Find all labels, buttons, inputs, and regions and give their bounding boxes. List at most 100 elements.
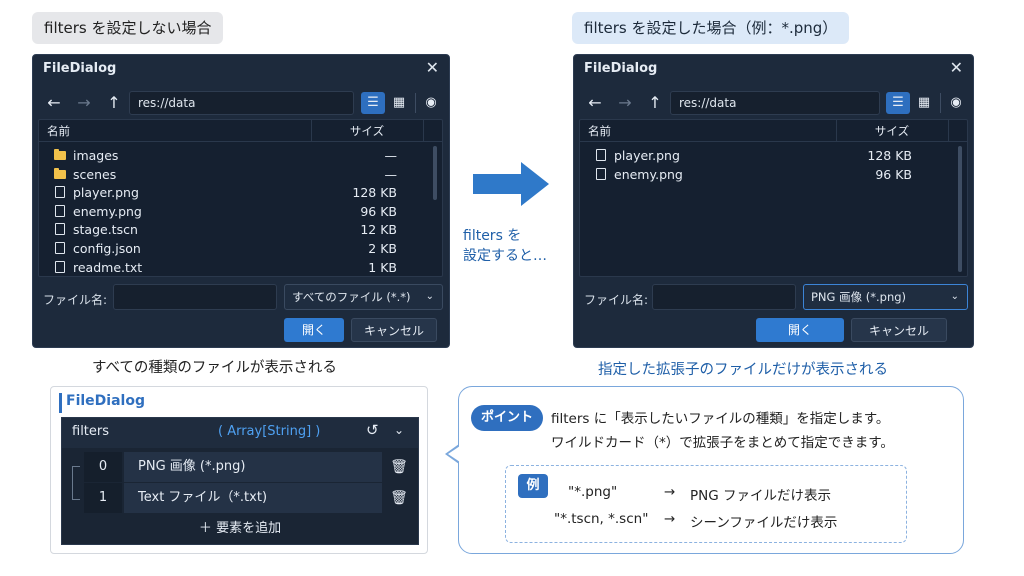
scrollbar[interactable] — [433, 146, 437, 200]
file-icon — [594, 165, 608, 186]
filter-select-value: PNG 画像 (*.png) — [811, 290, 907, 304]
show-hidden-eye-icon[interactable]: ◉ — [419, 92, 443, 114]
file-name: player.png — [73, 185, 139, 201]
filters-property-editor: filters ( Array[String] ) ↺ ⌄ 0 PNG 画像 (… — [61, 417, 419, 545]
array-item: 0 PNG 画像 (*.png) 🗑 — [84, 452, 412, 482]
filter-select[interactable]: PNG 画像 (*.png) ⌄ — [803, 284, 968, 310]
file-name: scenes — [73, 166, 117, 182]
file-list-item[interactable]: scenes — — [39, 165, 442, 184]
file-size: 128 KB — [352, 185, 397, 201]
file-size: 128 KB — [867, 148, 912, 163]
folder-icon — [53, 146, 67, 166]
back-arrow-icon[interactable]: ← — [41, 91, 67, 115]
trash-icon[interactable]: 🗑 — [386, 452, 412, 482]
example-arrow: → — [664, 511, 676, 527]
show-hidden-eye-icon[interactable]: ◉ — [944, 92, 968, 114]
list-view-icon[interactable]: ☰ — [361, 92, 385, 114]
cancel-button[interactable]: キャンセル — [351, 318, 437, 342]
file-name: player.png — [614, 148, 680, 163]
array-item: 1 Text ファイル（*.txt) 🗑 — [84, 483, 412, 513]
file-list: 名前 サイズ player.png 128 KB enemy.png 96 KB — [579, 119, 968, 277]
reset-icon[interactable]: ↺ — [366, 421, 379, 439]
header-without-filters: filters を設定しない場合 — [32, 12, 224, 44]
open-button[interactable]: 開く — [284, 318, 344, 342]
up-arrow-icon[interactable]: ↑ — [642, 91, 668, 115]
inspector-title: FileDialog — [66, 393, 145, 409]
scrollbar[interactable] — [958, 146, 962, 272]
property-header[interactable]: filters ( Array[String] ) ↺ ⌄ — [62, 418, 418, 448]
array-item-index: 0 — [84, 452, 122, 482]
file-list-item[interactable]: readme.txt 1 KB — [39, 258, 442, 277]
file-name: readme.txt — [73, 259, 143, 275]
example-result: PNG ファイルだけ表示 — [690, 488, 831, 504]
trash-icon[interactable]: 🗑 — [386, 483, 412, 513]
forward-arrow-icon[interactable]: → — [612, 91, 638, 115]
middle-note: filters を 設定すると… — [463, 228, 547, 264]
add-element-button[interactable]: ＋ 要素を追加 — [62, 514, 418, 544]
file-name: images — [73, 148, 119, 163]
point-badge: ポイント — [471, 405, 544, 431]
cancel-button[interactable]: キャンセル — [851, 318, 947, 342]
dialog-title: FileDialog — [584, 61, 658, 76]
file-list-item[interactable]: player.png 128 KB — [39, 183, 442, 202]
example-arrow: → — [664, 484, 676, 500]
caption-filtered: 指定した拡張子のファイルだけが表示される — [598, 362, 888, 378]
example-pattern: "*.png" — [568, 484, 618, 500]
file-list-item[interactable]: config.json 2 KB — [39, 239, 442, 258]
close-icon[interactable]: ✕ — [950, 58, 963, 77]
column-size-header[interactable]: サイズ — [836, 120, 948, 142]
column-size-header[interactable]: サイズ — [311, 120, 423, 142]
point-text-line1: filters に「表示したいファイルの種類」を指定します。 — [551, 411, 890, 427]
forward-arrow-icon[interactable]: → — [71, 91, 97, 115]
file-list-item[interactable]: player.png 128 KB — [580, 146, 967, 165]
plus-icon: ＋ — [198, 521, 212, 536]
array-item-value[interactable]: PNG 画像 (*.png) — [124, 452, 382, 482]
file-name: stage.tscn — [73, 222, 138, 238]
array-item-value[interactable]: Text ファイル（*.txt) — [124, 483, 382, 513]
path-input[interactable]: res://data — [129, 91, 354, 115]
file-size: 12 KB — [360, 222, 397, 238]
inspector-panel: FileDialog filters ( Array[String] ) ↺ ⌄… — [50, 386, 428, 554]
filename-label: ファイル名: — [584, 293, 649, 307]
file-list-item[interactable]: stage.tscn 12 KB — [39, 220, 442, 239]
column-name-header[interactable]: 名前 — [588, 120, 611, 142]
right-arrow-icon — [473, 162, 551, 210]
file-list-item[interactable]: enemy.png 96 KB — [39, 202, 442, 221]
example-result: シーンファイルだけ表示 — [690, 515, 838, 531]
array-item-index: 1 — [84, 483, 122, 513]
chevron-down-icon: ⌄ — [425, 291, 434, 302]
grid-view-icon[interactable]: ▦ — [387, 92, 411, 114]
drag-handle[interactable] — [72, 466, 80, 500]
example-box: 例 "*.png" → PNG ファイルだけ表示 "*.tscn, *.scn"… — [505, 465, 907, 543]
point-text-line2: ワイルドカード（*）で拡張子をまとめて指定できます。 — [551, 435, 894, 451]
file-icon — [53, 258, 67, 279]
dialog-title: FileDialog — [43, 61, 117, 76]
file-list-item[interactable]: images — — [39, 146, 442, 165]
filter-select[interactable]: すべてのファイル (*.*) ⌄ — [284, 284, 443, 310]
file-dialog-unfiltered: FileDialog ✕ ← → ↑ res://data ☰ ▦ ◉ 名前 サ… — [32, 54, 450, 348]
example-pattern: "*.tscn, *.scn" — [554, 511, 649, 527]
list-view-icon[interactable]: ☰ — [886, 92, 910, 114]
example-badge: 例 — [518, 474, 548, 498]
filename-input[interactable] — [652, 284, 796, 310]
filename-input[interactable] — [113, 284, 277, 310]
filter-select-value: すべてのファイル (*.*) — [292, 290, 411, 304]
file-size: 96 KB — [875, 166, 912, 182]
header-with-filters: filters を設定した場合（例：*.png） — [572, 12, 850, 44]
file-size: 1 KB — [368, 259, 397, 275]
file-name: enemy.png — [73, 203, 142, 219]
open-button[interactable]: 開く — [756, 318, 844, 342]
close-icon[interactable]: ✕ — [426, 58, 439, 77]
up-arrow-icon[interactable]: ↑ — [101, 91, 127, 115]
path-input[interactable]: res://data — [670, 91, 880, 115]
file-size: — — [384, 166, 398, 182]
chevron-down-icon[interactable]: ⌄ — [394, 423, 404, 437]
grid-view-icon[interactable]: ▦ — [912, 92, 936, 114]
column-name-header[interactable]: 名前 — [47, 120, 70, 142]
file-list: 名前 サイズ images — scenes — player.png 128 KB ene… — [38, 119, 443, 277]
back-arrow-icon[interactable]: ← — [582, 91, 608, 115]
property-name: filters — [72, 424, 110, 439]
file-dialog-filtered: FileDialog ✕ ← → ↑ res://data ☰ ▦ ◉ 名前 サ… — [573, 54, 974, 348]
file-list-item[interactable]: enemy.png 96 KB — [580, 165, 967, 184]
file-size: 2 KB — [368, 241, 397, 256]
